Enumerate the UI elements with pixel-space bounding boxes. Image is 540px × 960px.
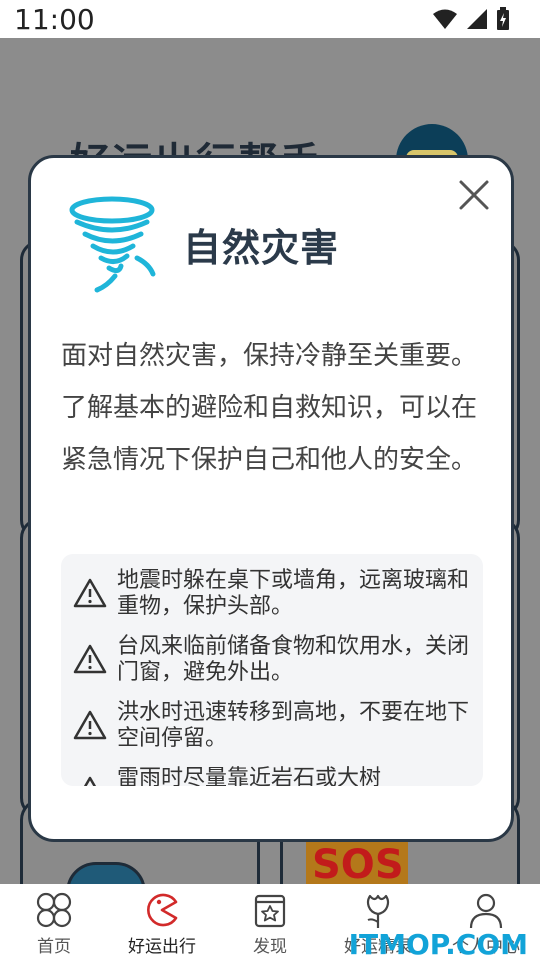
status-time: 11:00	[14, 2, 95, 36]
disaster-modal: 自然灾害 面对自然灾害，保持冷静至关重要。了解基本的避险和自救知识，可以在紧急情…	[28, 155, 514, 842]
modal-description: 面对自然灾害，保持冷静至关重要。了解基本的避险和自救知识，可以在紧急情况下保护自…	[61, 341, 478, 475]
sos-text: SOS	[312, 842, 404, 884]
warning-icon	[73, 578, 107, 608]
warning-icon	[73, 644, 107, 674]
battery-icon	[497, 7, 509, 30]
nav-item-home[interactable]: 首页	[0, 884, 108, 960]
warning-icon	[83, 776, 97, 786]
tip-text: 台风来临前储备食物和饮用水，关闭门窗，避免外出。	[117, 634, 470, 685]
warning-icon	[73, 710, 107, 740]
tips-list[interactable]: 地震时躲在桌下或墙角，远离玻璃和重物，保护头部。 台风来临前储备食物和饮用水，关…	[61, 554, 483, 786]
wifi-icon	[433, 9, 457, 29]
nav-label: 好运出行	[128, 937, 196, 957]
star-card-icon	[254, 894, 286, 928]
nav-item-travel[interactable]: 好运出行	[108, 884, 216, 960]
nav-label: 首页	[37, 937, 71, 957]
modal-title: 自然灾害	[183, 225, 340, 270]
status-icons	[432, 7, 510, 31]
list-item: 雷雨时尽量靠近岩石或大树	[61, 752, 483, 786]
flower-icon	[367, 894, 389, 928]
tip-text: 地震时躲在桌下或墙角，远离玻璃和重物，保护头部。	[117, 568, 470, 619]
tip-text: 洪水时迅速转移到高地，不要在地下空间停留。	[117, 700, 470, 751]
close-icon[interactable]	[457, 178, 491, 212]
nav-label: 发现	[253, 937, 287, 957]
list-item: 台风来临前储备食物和饮用水，关闭门窗，避免外出。	[61, 620, 483, 686]
sos-badge: SOS	[306, 842, 408, 884]
tornado-icon	[69, 196, 156, 293]
tip-text: 雷雨时尽量靠近岩石或大树	[117, 766, 382, 786]
signal-icon	[467, 9, 487, 29]
list-item: 洪水时迅速转移到高地，不要在地下空间停留。	[61, 686, 483, 752]
pacman-icon	[147, 893, 178, 927]
grid-icon	[36, 892, 72, 928]
status-bar: 11:00	[0, 0, 540, 38]
list-item: 地震时躲在桌下或墙角，远离玻璃和重物，保护头部。	[61, 554, 483, 620]
modal-header: 自然灾害	[67, 194, 339, 294]
nav-item-discover[interactable]: 发现	[216, 884, 324, 960]
user-icon	[469, 893, 503, 929]
site-watermark: ITMOP.COM	[348, 928, 528, 960]
